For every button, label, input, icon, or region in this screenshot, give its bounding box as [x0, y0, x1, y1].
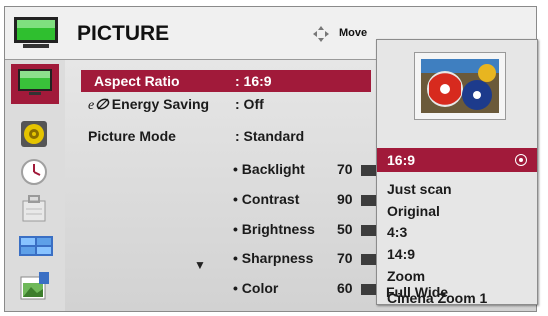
move-hint: Move [339, 27, 368, 39]
backlight-label[interactable]: • Backlight [233, 161, 305, 177]
energy-saving-label[interactable]: Energy Saving [109, 96, 209, 112]
option-full-wide[interactable]: Full Wide [386, 284, 448, 300]
picture-icon [18, 69, 52, 95]
sharpness-label[interactable]: • Sharpness [233, 250, 313, 266]
sidebar-item-usb[interactable] [15, 268, 53, 300]
sidebar-item-audio[interactable] [15, 118, 53, 148]
aspect-ratio-value[interactable]: : 16:9 [235, 73, 272, 89]
option-original[interactable]: Original [387, 203, 440, 219]
option-zoom[interactable]: Zoom [387, 268, 425, 284]
energy-saving-icon: e [88, 98, 110, 111]
option-just-scan[interactable]: Just scan [387, 181, 452, 197]
option-icon [19, 236, 53, 256]
move-arrows-icon [313, 26, 329, 42]
color-label[interactable]: • Color [233, 280, 278, 296]
aspect-ratio-label[interactable]: Aspect Ratio [94, 73, 180, 89]
preview-thumbnail [414, 52, 506, 120]
backlight-value: 70 [337, 161, 353, 177]
brightness-value: 50 [337, 221, 353, 237]
lock-icon [22, 195, 46, 222]
speaker-icon [21, 121, 47, 147]
picture-mode-label[interactable]: Picture Mode [88, 128, 176, 144]
svg-text:e: e [88, 98, 94, 111]
page-title: PICTURE [77, 22, 170, 45]
contrast-value: 90 [337, 191, 353, 207]
tv-icon [14, 17, 58, 48]
contrast-label[interactable]: • Contrast [233, 191, 299, 207]
option-4-3[interactable]: 4:3 [387, 224, 407, 240]
sidebar-item-option[interactable] [15, 230, 53, 260]
sidebar-item-picture[interactable] [11, 64, 59, 104]
sidebar-item-lock[interactable] [15, 192, 53, 222]
aspect-ratio-popup: 16:9 Just scan Original 4:3 14:9 Zoom Ci… [376, 39, 538, 306]
category-sidebar [5, 60, 65, 311]
energy-saving-value[interactable]: : Off [235, 96, 264, 112]
scroll-down-arrow-icon[interactable]: ▼ [194, 258, 206, 272]
picture-menu-window: PICTURE Move Aspect Ratio: 16:9 e Energ… [4, 6, 538, 312]
option-16-9[interactable]: 16:9 [387, 152, 415, 168]
selected-radio-icon [515, 154, 527, 166]
brightness-label[interactable]: • Brightness [233, 221, 315, 237]
color-value: 60 [337, 280, 353, 296]
usb-photo-icon [20, 272, 49, 300]
sidebar-item-time[interactable] [15, 155, 53, 185]
picture-mode-value[interactable]: : Standard [235, 128, 304, 144]
clock-icon [21, 159, 47, 185]
billiard-balls-image [421, 59, 499, 113]
sharpness-value: 70 [337, 250, 353, 266]
option-14-9[interactable]: 14:9 [387, 246, 415, 262]
